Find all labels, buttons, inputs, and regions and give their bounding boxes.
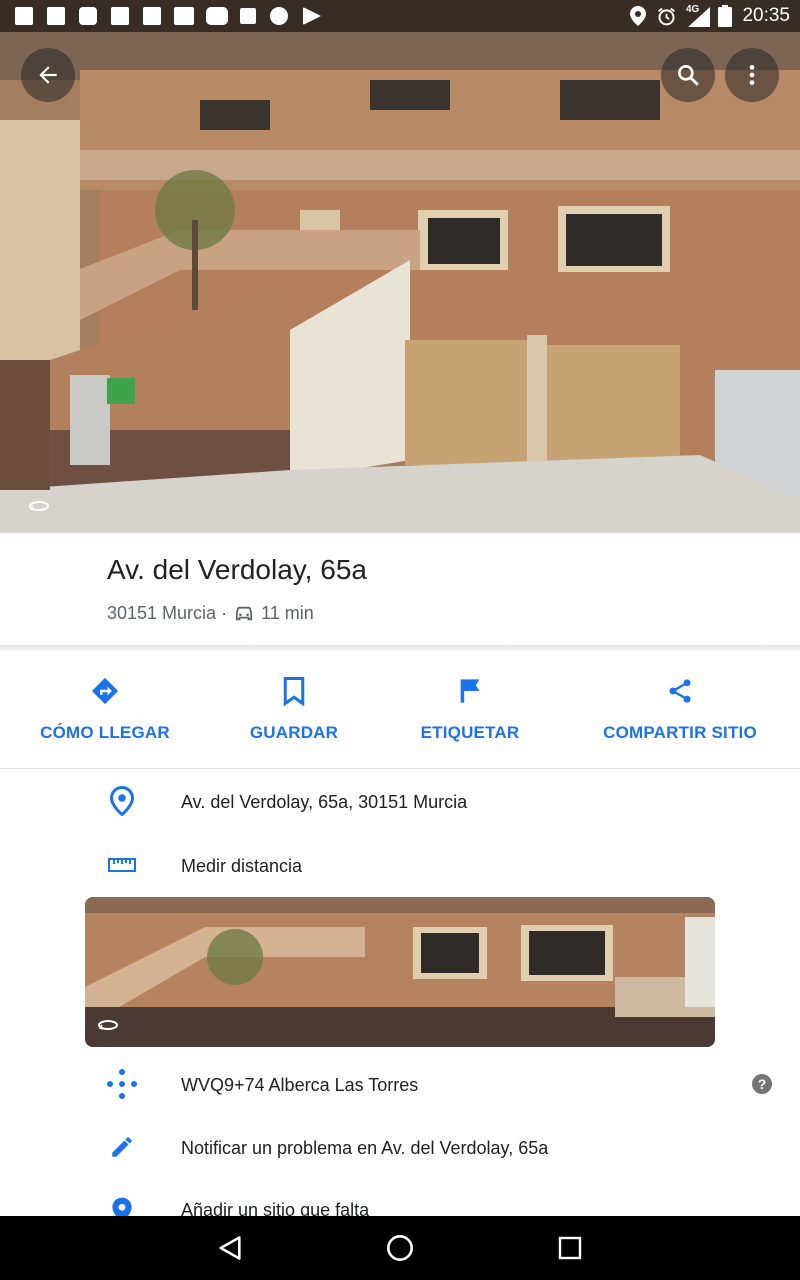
messages-icon [143, 7, 161, 25]
directions-icon [91, 677, 119, 705]
alarm-icon [658, 7, 675, 26]
directions-button[interactable]: CÓMO LLEGAR [20, 668, 190, 743]
measure-distance-row[interactable]: Medir distancia [181, 856, 302, 877]
more-options-button[interactable] [725, 48, 779, 102]
gmail-icon [174, 7, 194, 25]
divider [0, 645, 800, 651]
telegram-icon [270, 7, 288, 25]
clock: 20:35 [742, 5, 790, 26]
facebook-icon [15, 7, 33, 25]
locality-text: 30151 Murcia · [107, 603, 228, 623]
label-label: ETIQUETAR [420, 723, 520, 742]
facebook-icon [111, 7, 129, 25]
share-button[interactable]: COMPARTIR SITIO [595, 668, 765, 743]
edit-pencil-icon [104, 1129, 140, 1165]
location-pin-icon [104, 783, 140, 819]
image-icon [240, 8, 256, 24]
report-problem-row[interactable]: Notificar un problema en Av. del Verdola… [181, 1138, 548, 1159]
outlook-icon [79, 7, 97, 25]
save-button[interactable]: GUARDAR [224, 668, 364, 743]
place-subtitle: 30151 Murcia · 11 min [107, 603, 314, 624]
bookmark-icon [283, 677, 305, 706]
search-button[interactable] [661, 48, 715, 102]
nav-home-icon[interactable] [386, 1234, 414, 1262]
signal-icon [688, 7, 710, 27]
address-row[interactable]: Av. del Verdolay, 65a, 30151 Murcia [181, 792, 467, 813]
nav-recents-icon[interactable] [558, 1236, 582, 1260]
plus-code-icon [104, 1066, 140, 1102]
play-store-icon [303, 7, 321, 25]
divider [0, 768, 800, 769]
battery-icon [718, 5, 732, 27]
save-label: GUARDAR [249, 723, 339, 742]
arrow-back-icon [39, 66, 57, 84]
back-button[interactable] [21, 48, 75, 102]
share-icon [669, 679, 691, 703]
car-icon [235, 606, 253, 620]
status-bar: 4G 20:35 [0, 0, 800, 32]
flag-icon [460, 679, 480, 703]
drive-time: 11 min [261, 603, 314, 623]
navigation-bar [0, 1216, 800, 1280]
location-icon [630, 6, 646, 26]
directions-label: CÓMO LLEGAR [40, 723, 170, 742]
360-view-icon [98, 1020, 118, 1030]
nav-back-icon[interactable] [216, 1234, 244, 1262]
help-icon[interactable]: ? [752, 1074, 772, 1094]
plus-code-row[interactable]: WVQ9+74 Alberca Las Torres [181, 1075, 418, 1096]
house-thumbnail-image [85, 897, 715, 1047]
youtube-icon [206, 7, 228, 25]
more-vert-icon [749, 65, 755, 85]
ruler-icon [104, 847, 140, 883]
label-button[interactable]: ETIQUETAR [400, 668, 540, 743]
street-view-thumbnail[interactable] [85, 897, 715, 1047]
search-icon [678, 65, 699, 86]
360-view-icon [29, 501, 49, 511]
share-label: COMPARTIR SITIO [603, 723, 757, 742]
place-title: Av. del Verdolay, 65a [107, 554, 367, 585]
facebook-icon [47, 7, 65, 25]
